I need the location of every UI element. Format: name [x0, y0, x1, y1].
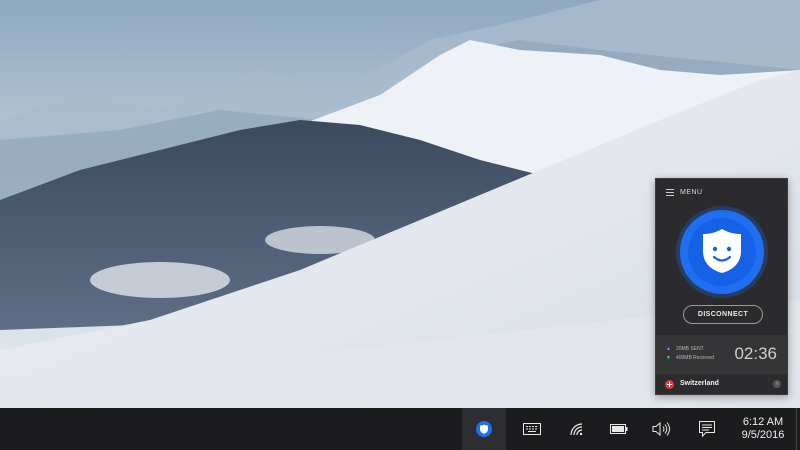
tray-wifi-button[interactable] — [557, 408, 597, 450]
taskbar: 6:12 AM 9/5/2016 — [0, 408, 800, 450]
switzerland-flag-icon — [665, 380, 674, 389]
location-name: Switzerland — [680, 380, 719, 387]
volume-icon — [652, 421, 670, 437]
clock-date: 9/5/2016 — [741, 429, 785, 441]
received-label: 400MB Recieved — [675, 355, 715, 361]
hamburger-icon — [666, 188, 674, 196]
vpn-stats-panel: ▲ 20MB SENT ▼ 400MB Recieved 02:36 — [656, 335, 787, 374]
tray-keyboard-button[interactable] — [512, 408, 552, 450]
smiling-shield-icon — [703, 229, 741, 273]
vpn-menu-button[interactable]: MENU — [666, 186, 703, 198]
sent-stat: ▲ 20MB SENT — [666, 346, 704, 352]
vpn-popup: MENU DISCONNECT ▲ 20MB SENT ▼ 400MB Reci… — [655, 178, 788, 395]
info-icon[interactable]: i — [773, 380, 781, 388]
sent-label: 20MB SENT — [675, 346, 704, 352]
tray-notifications-button[interactable] — [687, 408, 727, 450]
wifi-icon — [570, 423, 583, 436]
download-arrow-icon: ▼ — [666, 355, 671, 361]
notifications-icon — [699, 421, 715, 438]
show-desktop-button[interactable] — [796, 408, 800, 450]
disconnect-button[interactable]: DISCONNECT — [683, 305, 763, 324]
battery-icon — [610, 424, 628, 434]
keyboard-icon — [523, 423, 541, 435]
received-stat: ▼ 400MB Recieved — [666, 355, 714, 361]
taskbar-clock[interactable]: 6:12 AM 9/5/2016 — [732, 408, 794, 450]
connection-timer: 02:36 — [734, 344, 777, 363]
tray-vpn-button[interactable] — [462, 408, 506, 450]
vpn-shield-icon — [476, 421, 492, 437]
clock-time: 6:12 AM — [742, 416, 784, 428]
menu-label: MENU — [680, 188, 703, 196]
upload-arrow-icon: ▲ — [666, 346, 671, 352]
tray-volume-button[interactable] — [642, 408, 682, 450]
tray-battery-button[interactable] — [599, 408, 639, 450]
location-selector[interactable]: Switzerland i — [656, 375, 787, 394]
vpn-connect-toggle[interactable] — [680, 210, 764, 294]
